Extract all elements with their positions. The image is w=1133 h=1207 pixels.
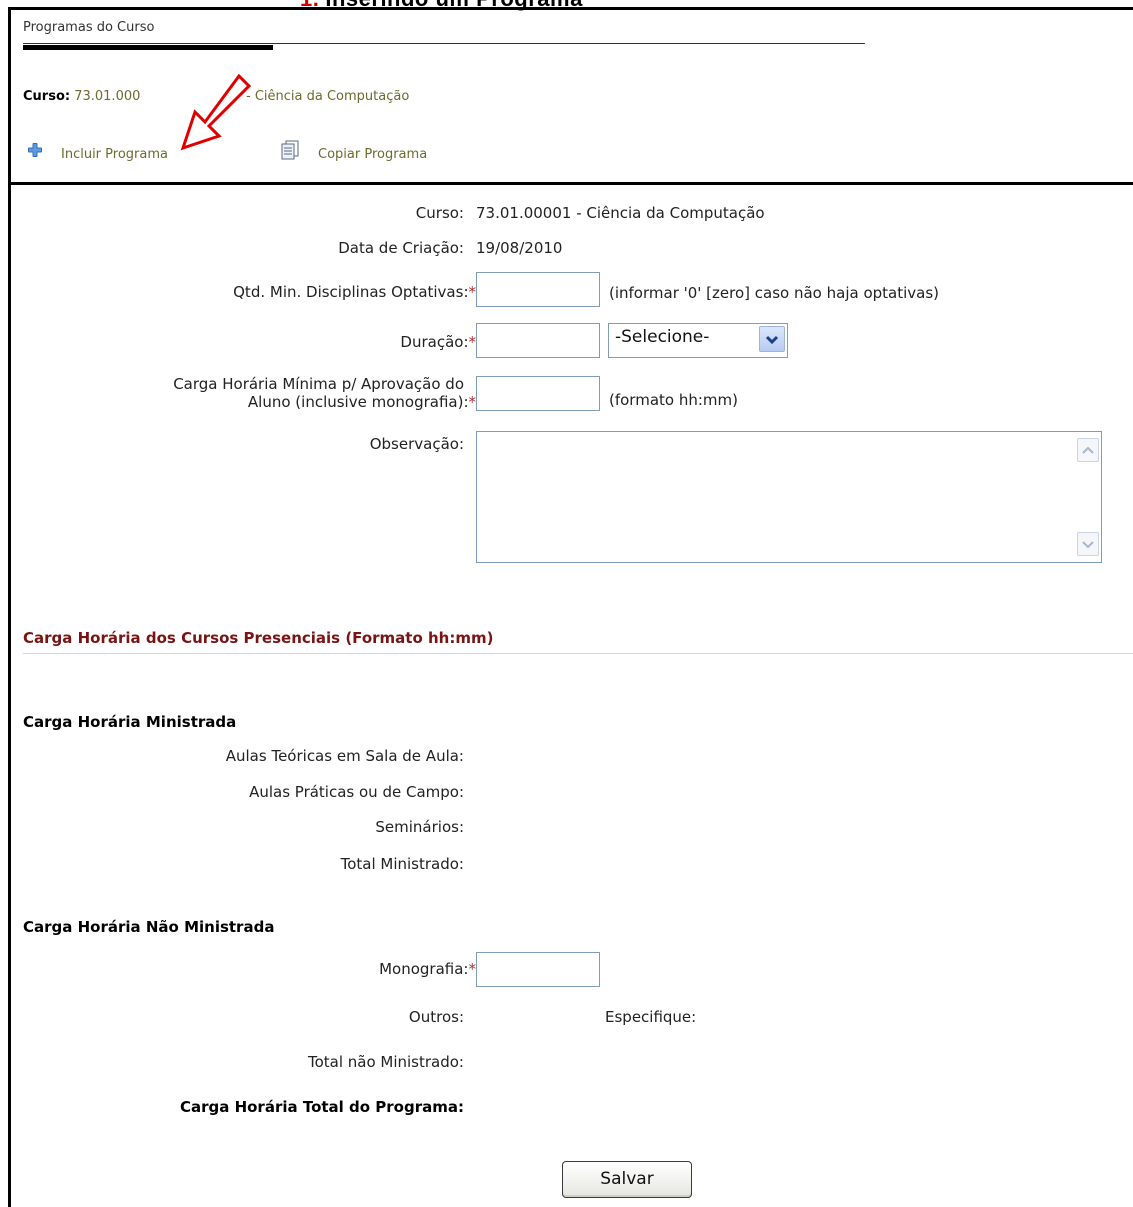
observacao-textarea[interactable] — [476, 431, 1102, 563]
qtd-min-hint: (informar '0' [zero] caso não haja optat… — [609, 284, 939, 302]
curso-field-value: 73.01.00001 - Ciência da Computação — [476, 204, 765, 222]
curso-code: 73.01.000 — [74, 89, 141, 104]
aulas-praticas-label: Aulas Práticas ou de Campo: — [249, 783, 464, 801]
curso-field-label: Curso: — [415, 204, 464, 222]
data-criacao-value: 19/08/2010 — [476, 239, 563, 257]
total-ministrado-label: Total Ministrado: — [340, 855, 464, 873]
required-marker: * — [468, 283, 477, 301]
section-title-presenciais: Carga Horária dos Cursos Presenciais (Fo… — [23, 629, 494, 647]
carga-min-input[interactable] — [476, 376, 600, 411]
monografia-label-text: Monografia: — [379, 960, 469, 978]
observacao-label: Observação: — [369, 435, 464, 453]
ministrada-title: Carga Horária Ministrada — [23, 713, 237, 731]
monografia-label: Monografia:* — [379, 960, 476, 978]
especifique-label: Especifique: — [605, 1008, 697, 1026]
salvar-button[interactable]: Salvar — [562, 1161, 692, 1198]
carga-min-label-line1: Carga Horária Mínima p/ Aprovação do — [173, 375, 464, 393]
curso-label: Curso: — [23, 89, 71, 104]
duracao-select-value: -Selecione- — [615, 327, 710, 347]
qtd-min-label: Qtd. Min. Disciplinas Optativas:* — [233, 283, 476, 301]
panel-title: Programas do Curso — [23, 20, 155, 35]
qtd-min-input[interactable] — [476, 272, 600, 307]
scroll-down-icon[interactable] — [1077, 532, 1099, 556]
chevron-down-icon[interactable] — [759, 326, 785, 352]
seminarios-label: Seminários: — [375, 818, 464, 836]
title-underline — [23, 45, 273, 50]
carga-min-label-line2: Aluno (inclusive monografia):* — [248, 393, 476, 411]
programas-panel: Programas do Curso Curso: 73.01.000 - Ci… — [8, 7, 1133, 185]
data-criacao-label: Data de Criação: — [338, 239, 464, 257]
scroll-up-icon[interactable] — [1077, 438, 1099, 462]
copy-document-icon[interactable] — [281, 140, 299, 160]
required-marker: * — [468, 393, 477, 411]
plus-icon[interactable] — [27, 142, 43, 158]
qtd-min-label-text: Qtd. Min. Disciplinas Optativas: — [233, 283, 469, 301]
copiar-programa-link[interactable]: Copiar Programa — [318, 147, 427, 162]
required-marker: * — [468, 333, 477, 351]
section-divider — [23, 653, 1133, 654]
curso-name: - Ciência da Computação — [246, 89, 410, 104]
nao-ministrada-title: Carga Horária Não Ministrada — [23, 918, 275, 936]
programa-form: Curso: 73.01.00001 - Ciência da Computaç… — [8, 182, 1133, 1207]
total-programa-label: Carga Horária Total do Programa: — [179, 1098, 464, 1116]
duracao-label: Duração:* — [400, 333, 476, 351]
duracao-label-text: Duração: — [400, 333, 469, 351]
carga-min-label-text: Aluno (inclusive monografia): — [247, 393, 469, 411]
duracao-input[interactable] — [476, 323, 600, 358]
incluir-programa-link[interactable]: Incluir Programa — [61, 147, 168, 162]
red-arrow-icon — [180, 74, 252, 151]
required-marker: * — [468, 960, 477, 978]
aulas-teoricas-label: Aulas Teóricas em Sala de Aula: — [225, 747, 464, 765]
monografia-input[interactable] — [476, 952, 600, 987]
outros-label: Outros: — [408, 1008, 464, 1026]
total-nao-ministrado-label: Total não Ministrado: — [307, 1053, 464, 1071]
carga-min-hint: (formato hh:mm) — [609, 391, 738, 409]
curso-info: Curso: 73.01.000 — [23, 89, 140, 104]
duracao-select[interactable]: -Selecione- — [608, 323, 788, 358]
title-divider — [23, 43, 865, 44]
